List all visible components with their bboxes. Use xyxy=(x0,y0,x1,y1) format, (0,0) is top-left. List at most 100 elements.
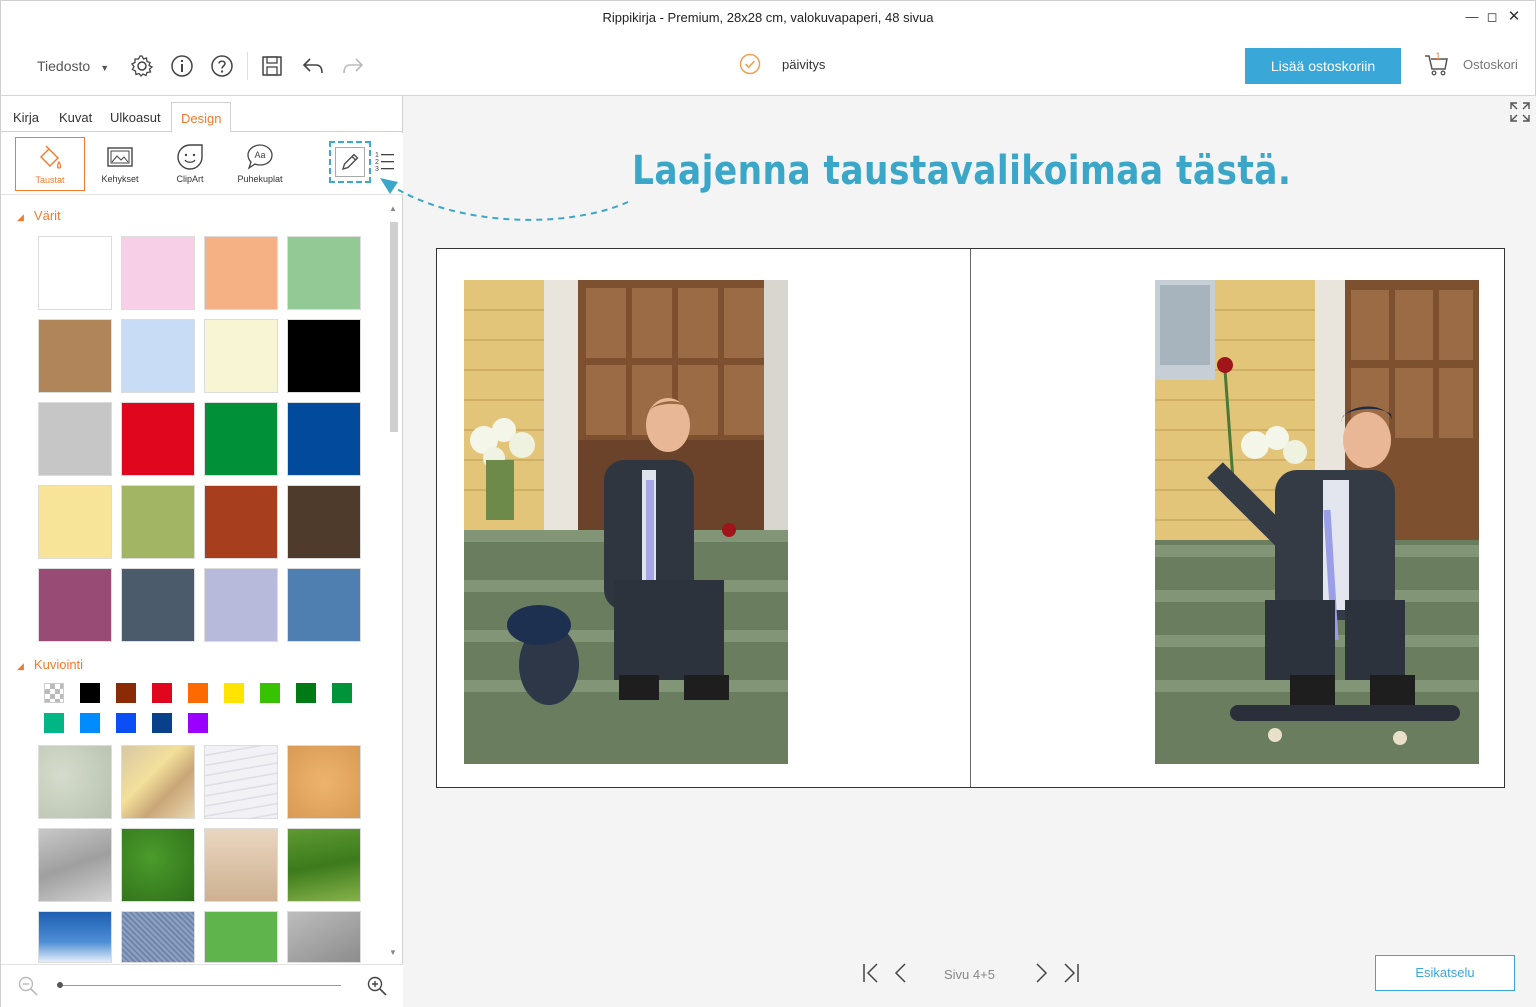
pattern-color-chip[interactable] xyxy=(80,683,100,703)
callout-arrow xyxy=(380,178,629,221)
color-swatch[interactable] xyxy=(121,402,195,476)
gear-icon[interactable] xyxy=(130,54,154,78)
texture-swatch[interactable] xyxy=(38,828,112,902)
book-spread[interactable] xyxy=(436,248,1505,788)
tool-puhekuplat[interactable]: Aa Puhekuplat xyxy=(225,137,295,191)
color-swatch[interactable] xyxy=(121,236,195,310)
texture-swatch[interactable] xyxy=(121,911,195,963)
tool-label: Puhekuplat xyxy=(237,174,283,184)
photo-right[interactable] xyxy=(1155,280,1479,764)
color-swatch[interactable] xyxy=(287,485,361,559)
info-icon[interactable] xyxy=(170,54,194,78)
redo-icon[interactable] xyxy=(341,54,365,78)
chevron-down-icon: ▼ xyxy=(100,63,110,73)
tool-kehykset[interactable]: Kehykset xyxy=(85,137,155,191)
page-indicator: Sivu 4+5 xyxy=(944,967,995,982)
zoom-in-icon[interactable] xyxy=(366,975,388,997)
close-icon[interactable]: ✕ xyxy=(1503,7,1525,27)
panel-scrollbar[interactable]: ▲ ▼ xyxy=(387,200,401,960)
pattern-color-chip[interactable] xyxy=(188,713,208,733)
texture-swatch[interactable] xyxy=(204,828,278,902)
pattern-color-chip[interactable] xyxy=(332,683,352,703)
color-swatch[interactable] xyxy=(287,568,361,642)
design-panel: Kirja Kuvat Ulkoasut Design Taustat Kehy… xyxy=(0,96,403,1007)
color-swatch[interactable] xyxy=(287,402,361,476)
color-swatch[interactable] xyxy=(38,319,112,393)
pattern-color-chip[interactable] xyxy=(152,683,172,703)
zoom-slider-handle[interactable] xyxy=(57,982,63,988)
colors-section-header[interactable]: ◢ Värit xyxy=(17,208,61,223)
next-page-icon[interactable] xyxy=(1030,962,1052,984)
texture-swatch[interactable] xyxy=(38,745,112,819)
update-label: päivitys xyxy=(782,56,826,72)
tool-clipart[interactable]: ClipArt xyxy=(155,137,225,191)
maximize-icon[interactable]: ◻ xyxy=(1481,7,1503,27)
help-icon[interactable] xyxy=(210,54,234,78)
toolbar-divider xyxy=(247,52,248,80)
texture-swatch[interactable] xyxy=(287,911,361,963)
zoom-slider-track[interactable] xyxy=(59,985,341,986)
color-swatch[interactable] xyxy=(204,568,278,642)
photo-left[interactable] xyxy=(464,280,788,764)
tab-kirja[interactable]: Kirja xyxy=(13,110,39,125)
texture-swatch[interactable] xyxy=(121,828,195,902)
cart-button[interactable]: 1 Ostoskori xyxy=(1423,50,1518,78)
save-icon[interactable] xyxy=(260,54,284,78)
color-swatch[interactable] xyxy=(204,236,278,310)
previous-page-icon[interactable] xyxy=(890,962,912,984)
color-swatch[interactable] xyxy=(121,485,195,559)
tool-taustat[interactable]: Taustat xyxy=(15,137,85,191)
pattern-color-chip[interactable] xyxy=(188,683,208,703)
texture-swatch[interactable] xyxy=(204,745,278,819)
zoom-out-icon[interactable] xyxy=(17,975,39,997)
color-swatch[interactable] xyxy=(38,485,112,559)
file-menu[interactable]: Tiedosto ▼ xyxy=(37,58,109,74)
pattern-color-chip[interactable] xyxy=(260,683,280,703)
expand-backgrounds-highlight[interactable] xyxy=(329,141,371,183)
tab-design[interactable]: Design xyxy=(171,102,232,133)
pattern-color-chip[interactable] xyxy=(116,713,136,733)
patterns-section-header[interactable]: ◢ Kuviointi xyxy=(17,657,83,672)
collapse-triangle-icon: ◢ xyxy=(17,661,24,671)
texture-swatch[interactable] xyxy=(121,745,195,819)
preview-button[interactable]: Esikatselu xyxy=(1375,955,1515,991)
update-status[interactable]: päivitys xyxy=(739,52,825,76)
color-swatch[interactable] xyxy=(204,402,278,476)
tool-label: ClipArt xyxy=(176,174,204,184)
edit-button[interactable] xyxy=(335,147,365,177)
color-swatch[interactable] xyxy=(287,236,361,310)
pattern-color-chip[interactable] xyxy=(224,683,244,703)
cart-count: 1 xyxy=(1435,51,1440,61)
texture-swatch[interactable] xyxy=(287,745,361,819)
color-swatch[interactable] xyxy=(38,402,112,476)
texture-swatch[interactable] xyxy=(287,828,361,902)
texture-swatch[interactable] xyxy=(204,911,278,963)
color-swatch[interactable] xyxy=(38,236,112,310)
tab-kuvat[interactable]: Kuvat xyxy=(59,110,92,125)
color-swatch[interactable] xyxy=(204,485,278,559)
color-swatch[interactable] xyxy=(204,319,278,393)
color-swatch[interactable] xyxy=(287,319,361,393)
scroll-thumb[interactable] xyxy=(390,222,398,432)
pattern-color-chip[interactable] xyxy=(80,713,100,733)
tab-ulkoasut[interactable]: Ulkoasut xyxy=(110,110,161,125)
pattern-color-chip[interactable] xyxy=(296,683,316,703)
undo-icon[interactable] xyxy=(301,54,325,78)
first-page-icon[interactable] xyxy=(860,962,882,984)
pattern-color-chip[interactable] xyxy=(116,683,136,703)
color-swatch[interactable] xyxy=(121,319,195,393)
last-page-icon[interactable] xyxy=(1060,962,1082,984)
patterns-section-label: Kuviointi xyxy=(33,657,84,672)
color-swatch[interactable] xyxy=(121,568,195,642)
all-patterns-chip[interactable] xyxy=(44,683,64,703)
texture-swatch[interactable] xyxy=(38,911,112,963)
minimize-icon[interactable]: — xyxy=(1461,7,1483,27)
pattern-color-chip[interactable] xyxy=(44,713,64,733)
tool-label: Kehykset xyxy=(101,174,139,184)
add-to-cart-button[interactable]: Lisää ostoskoriin xyxy=(1245,48,1401,84)
color-swatch[interactable] xyxy=(38,568,112,642)
fullscreen-icon[interactable] xyxy=(1508,100,1532,124)
scroll-down-icon[interactable]: ▼ xyxy=(389,948,397,957)
colors-section-label: Värit xyxy=(33,208,61,223)
pattern-color-chip[interactable] xyxy=(152,713,172,733)
